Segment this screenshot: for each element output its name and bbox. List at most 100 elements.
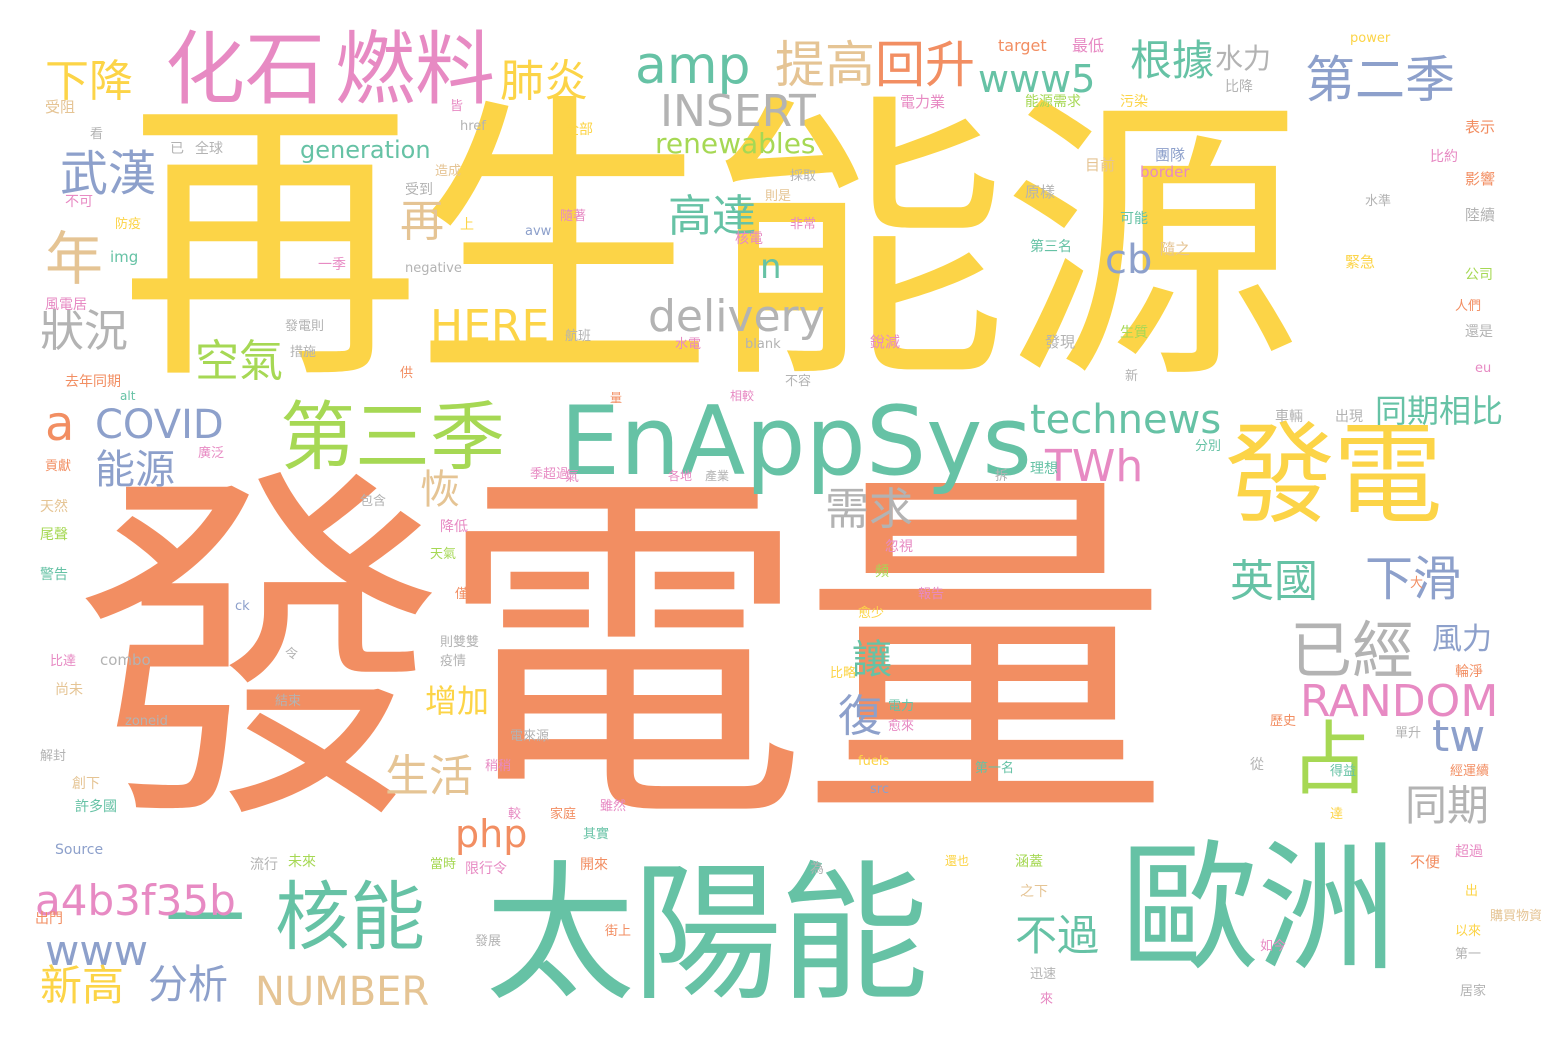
word-17: 第二季 (1305, 51, 1455, 109)
word-30: cb (1105, 237, 1153, 283)
word-33: 狀況 (40, 306, 128, 357)
word-32: HERE (430, 301, 550, 352)
word-41: 恢 (420, 467, 460, 513)
word-14: amp (635, 36, 751, 96)
word-161: 愈來 (888, 719, 915, 734)
word-127: avw (525, 224, 552, 239)
word-1: 發電量 (75, 440, 1170, 870)
word-171: 稍稍 (485, 759, 512, 774)
word-166: fuels (858, 754, 890, 769)
word-53: 同期 (1405, 781, 1490, 830)
word-146: 降低 (440, 519, 468, 535)
word-47: 讓 (852, 637, 892, 683)
word-86: 新 (1125, 369, 1139, 384)
word-78: 緊急 (1345, 253, 1376, 271)
word-45: 已經 (1290, 614, 1415, 687)
word-121: 造成 (435, 164, 462, 179)
word-11: 占 (1290, 713, 1370, 806)
word-144: 產業 (705, 469, 730, 483)
word-128: 核電 (735, 231, 763, 247)
word-120: href (460, 119, 486, 134)
word-111: 創下 (72, 776, 100, 792)
word-106: 警告 (40, 567, 68, 583)
word-107: 比達 (50, 654, 77, 669)
word-118: 未來 (288, 854, 316, 870)
word-170: 從 (1250, 757, 1264, 773)
word-154: ck (235, 599, 250, 614)
word-138: 不容 (785, 374, 812, 389)
word-164: 單升 (1395, 726, 1422, 741)
word-160: 電力 (888, 699, 915, 714)
word-79: 第三名 (1030, 239, 1072, 255)
word-177: 達 (1330, 807, 1344, 822)
word-98: 受到 (405, 182, 433, 198)
word-58: 新高 (40, 961, 125, 1010)
word-42: 需求 (825, 484, 913, 535)
word-101: 風電居 (45, 297, 87, 313)
word-119: 皆 (450, 99, 464, 114)
word-94: 看 (90, 127, 104, 142)
word-61: target (998, 36, 1047, 55)
word-99: 防疫 (115, 217, 142, 232)
word-148: 忽視 (885, 539, 913, 555)
word-13: 年 (45, 225, 104, 293)
word-178: 當時 (430, 857, 457, 872)
word-18: 根據 (1130, 36, 1215, 85)
word-3: 太陽能 (485, 848, 929, 1022)
word-150: 報告 (918, 587, 945, 602)
word-198: 量 (610, 391, 623, 405)
word-140: 廣泛 (198, 446, 225, 461)
word-184: 不便 (1410, 853, 1441, 871)
word-59: 分析 (148, 962, 228, 1008)
word-97: 不可 (65, 194, 93, 210)
word-5: 發電 (1225, 411, 1443, 539)
word-153: 愈少 (858, 606, 885, 621)
word-168: 得益 (1330, 764, 1357, 779)
word-36: COVID (95, 402, 224, 448)
word-49: 增加 (425, 682, 490, 720)
word-57: 不過 (1015, 911, 1100, 960)
word-24: renewables (655, 127, 816, 160)
word-83: 生質 (1120, 325, 1148, 341)
word-77: 可能 (1120, 211, 1148, 227)
word-68: 表示 (1465, 118, 1496, 136)
word-116: alt (120, 389, 136, 403)
word-172: src (870, 782, 889, 797)
word-10: 核能 (275, 873, 426, 961)
word-85: 發現 (1045, 333, 1076, 351)
word-73: 影響 (1465, 170, 1496, 188)
word-152: 僅 (455, 587, 469, 602)
word-134: 水電 (675, 337, 702, 352)
word-130: negative (405, 261, 462, 276)
word-cloud: 發電量 再生能源 太陽能 歐洲 發電 EnAppSys 化石 燃料 第三季 核能占一年 amp 提高回… (0, 0, 1548, 1052)
word-147: 天氣 (430, 547, 457, 562)
word-60: NUMBER (255, 969, 430, 1015)
word-149: 頻 (875, 564, 889, 580)
word-16: 回升 (875, 36, 975, 94)
word-188: 之下 (1020, 884, 1048, 900)
word-90: 分別 (1195, 439, 1222, 454)
word-190: 第一 (1455, 947, 1482, 962)
word-20: www5 (978, 57, 1096, 101)
word-182: 還也 (945, 854, 970, 868)
word-39: TWh (1045, 441, 1144, 492)
word-31: delivery (648, 291, 825, 342)
word-55: a4b3f35b (35, 876, 236, 925)
word-82: 人們 (1455, 299, 1482, 314)
word-112: Source (55, 842, 104, 858)
word-19: 水力 (1215, 42, 1272, 75)
word-163: 歷史 (1270, 714, 1297, 729)
word-96: 全球 (195, 141, 223, 157)
word-74: 原樣 (1025, 183, 1056, 201)
word-151: 大 (1410, 576, 1424, 591)
word-8: 燃料 (335, 23, 495, 116)
word-65: 能源需求 (1025, 94, 1081, 110)
word-157: 結束 (275, 694, 302, 709)
word-25: generation (300, 136, 431, 164)
word-124: 則是 (765, 189, 792, 204)
word-174: 較 (508, 807, 522, 822)
word-142: 氣 (565, 469, 579, 485)
word-145: 包含 (360, 494, 387, 509)
word-84: 還是 (1465, 324, 1493, 340)
word-192: 發展 (475, 934, 502, 949)
